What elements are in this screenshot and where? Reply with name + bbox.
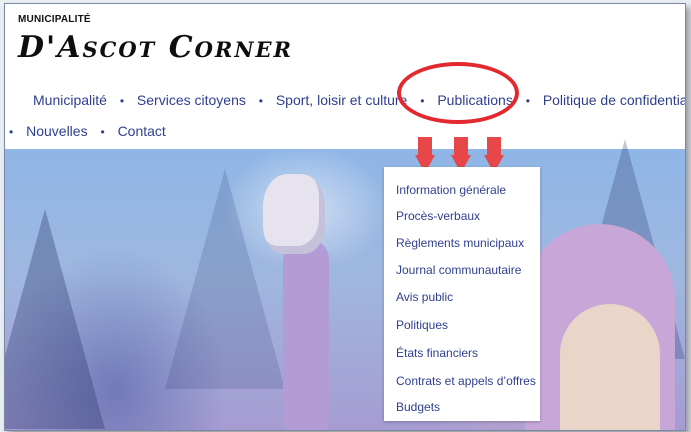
nav-municipalite[interactable]: Municipalité	[33, 92, 107, 108]
separator-icon: •	[100, 125, 105, 139]
highlight-circle	[397, 62, 519, 124]
main-nav-row-1: Municipalité • Services citoyens • Sport…	[33, 92, 685, 108]
publications-dropdown: Information générale Procès-verbaux Règl…	[384, 167, 540, 421]
dropdown-item-journal-communautaire[interactable]: Journal communautaire	[396, 263, 521, 277]
dropdown-item-etats-financiers[interactable]: États financiers	[396, 346, 478, 360]
logo-title[interactable]: D'Ascot Corner	[18, 30, 293, 65]
browser-frame: MUNICIPALITÉ D'Ascot Corner Municipalité…	[4, 3, 686, 431]
nav-services-citoyens[interactable]: Services citoyens	[137, 92, 246, 108]
logo-subtitle: MUNICIPALITÉ	[18, 14, 91, 25]
dropdown-item-budgets[interactable]: Budgets	[396, 400, 440, 414]
hero-hair	[560, 304, 660, 430]
hero-arm	[283, 239, 329, 430]
dropdown-item-politiques[interactable]: Politiques	[396, 318, 448, 332]
separator-icon: •	[119, 94, 125, 108]
nav-contact[interactable]: Contact	[118, 123, 166, 139]
separator-icon: •	[9, 125, 14, 139]
nav-nouvelles[interactable]: Nouvelles	[26, 123, 87, 139]
separator-icon: •	[258, 94, 263, 108]
nav-politique-confidentialite[interactable]: Politique de confidentialité	[543, 92, 685, 108]
dropdown-item-information-generale[interactable]: Information générale	[396, 183, 506, 197]
nav-sport-loisir-culture[interactable]: Sport, loisir et culture	[276, 92, 408, 108]
separator-icon: •	[525, 94, 530, 108]
hero-mitten	[263, 174, 325, 254]
main-nav-row-2: • Nouvelles • Contact	[9, 123, 166, 139]
dropdown-item-contrats-appels-offres[interactable]: Contrats et appels d’offres	[396, 374, 536, 388]
dropdown-item-avis-public[interactable]: Avis public	[396, 290, 453, 304]
dropdown-item-reglements-municipaux[interactable]: Règlements municipaux	[396, 236, 524, 250]
tree-shape	[5, 209, 105, 429]
dropdown-item-proces-verbaux[interactable]: Procès-verbaux	[396, 209, 480, 223]
